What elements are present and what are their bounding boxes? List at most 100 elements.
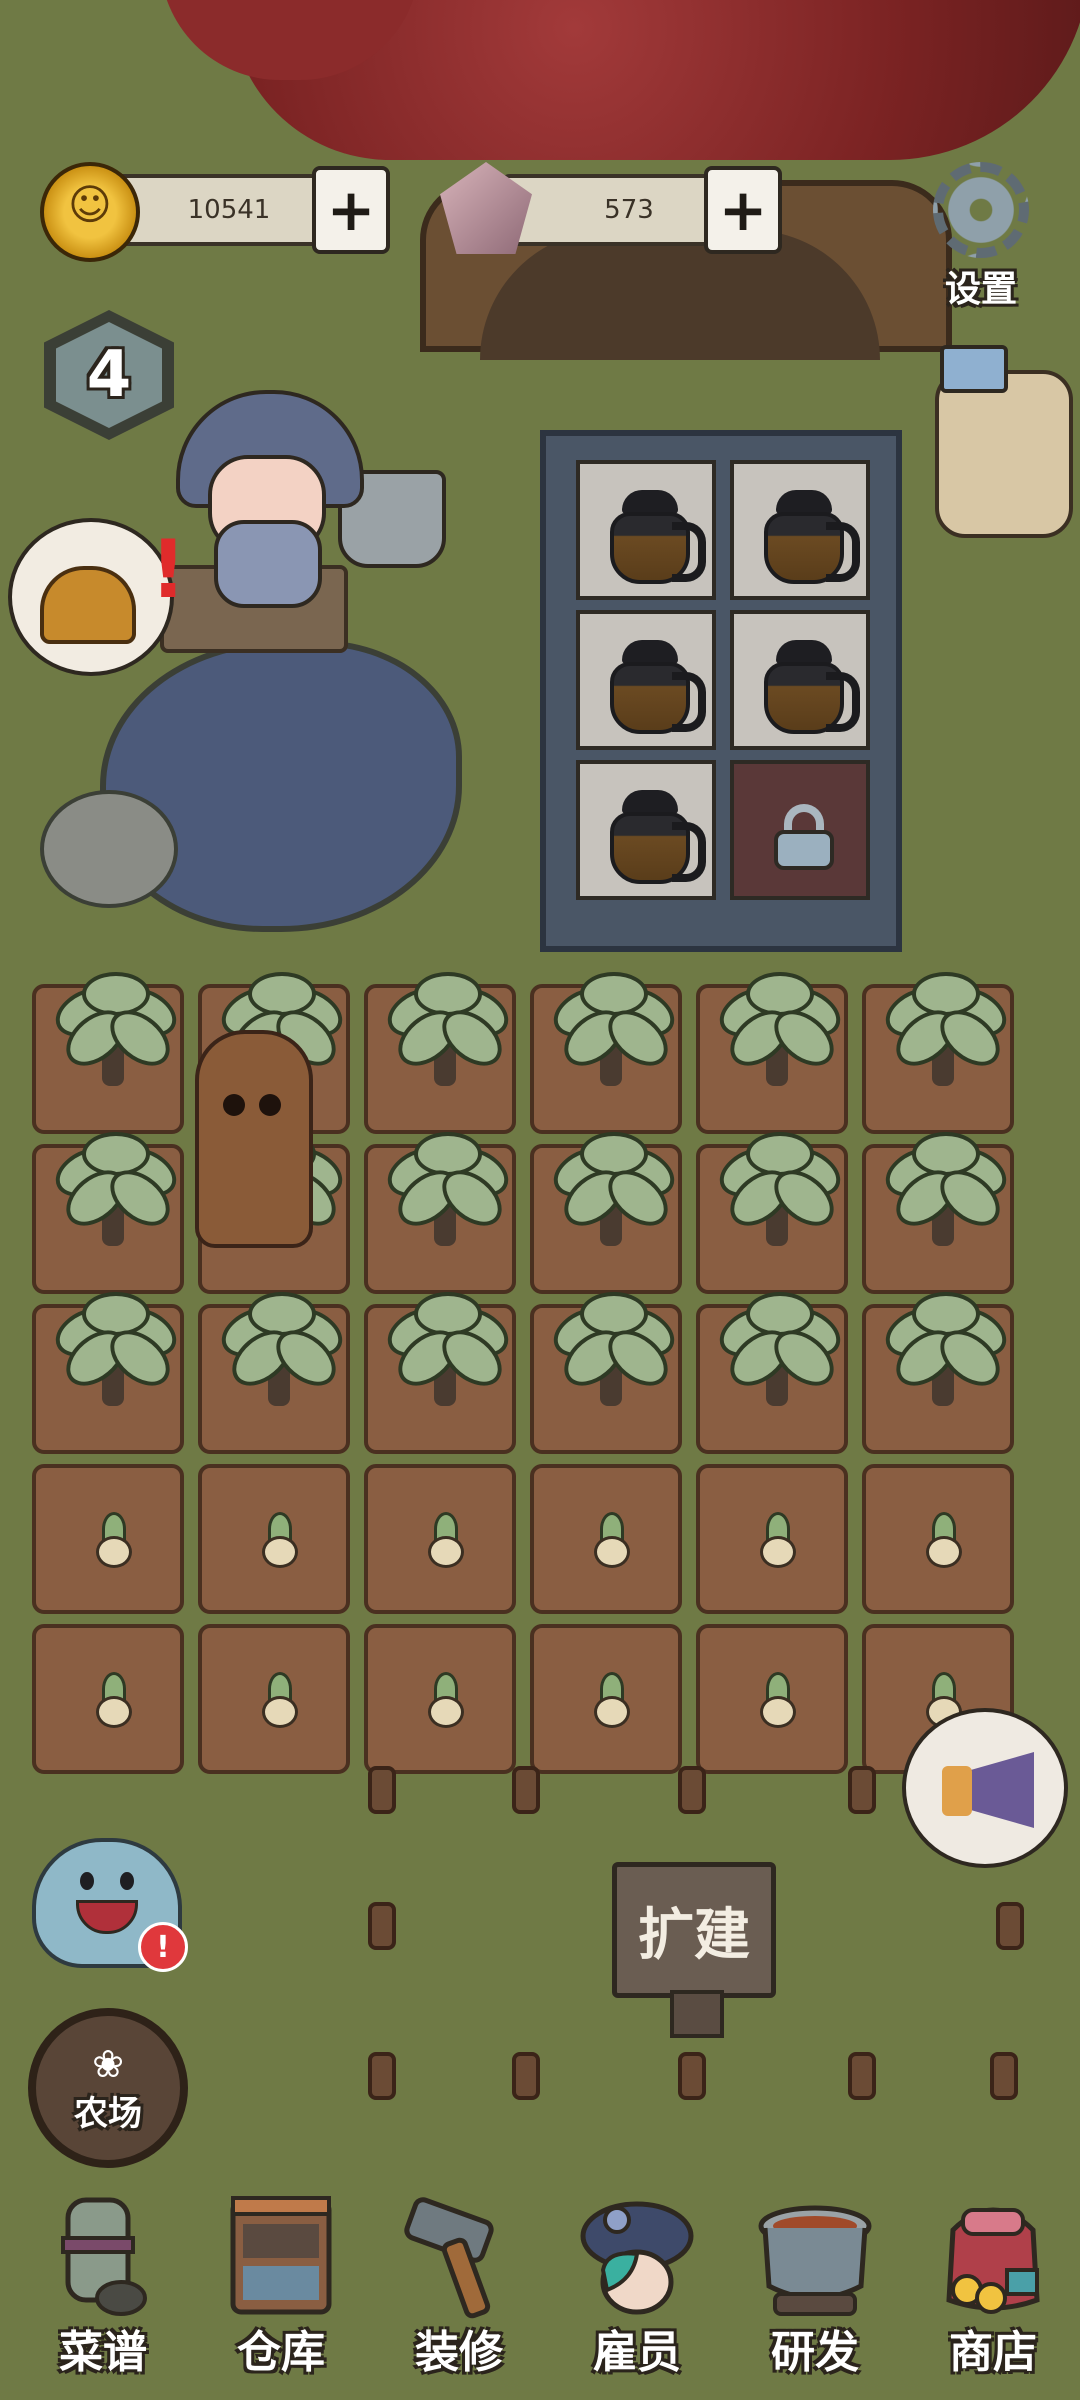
ghost-alert-badge: ! [138, 1922, 188, 1972]
ghost-helper-button[interactable]: ! [32, 1838, 188, 1972]
nav-recipes[interactable]: 菜谱 [18, 2180, 188, 2400]
delivery-flag-icon[interactable] [940, 345, 1008, 393]
farm-plot[interactable] [32, 1624, 184, 1774]
ghost-eye [80, 1872, 94, 1890]
add-gems-button[interactable]: + [704, 166, 782, 254]
sprout-crop-icon [916, 1508, 966, 1568]
farm-plot[interactable] [364, 1292, 517, 1454]
sprout-crop-icon [252, 1668, 302, 1728]
level-badge[interactable]: 4 [44, 310, 174, 440]
farm-plot[interactable] [696, 1132, 849, 1294]
shelf-slot[interactable] [576, 760, 716, 900]
farm-plot[interactable] [696, 1464, 848, 1614]
gear-icon [933, 162, 1029, 258]
expand-sign-button[interactable]: 扩建 [612, 1862, 776, 1998]
fence-post [678, 2052, 706, 2100]
farm-plot[interactable] [696, 1292, 849, 1454]
shelf-slot[interactable] [576, 610, 716, 750]
coffee-pot-icon [604, 640, 706, 736]
fence-post [368, 1902, 396, 1950]
sprout-crop-icon [86, 1668, 136, 1728]
gem-counter: 573 + [440, 162, 790, 254]
palm-crop-icon [379, 1132, 517, 1246]
fence-post [848, 1766, 876, 1814]
coffee-shelf [540, 430, 902, 952]
farm-plot[interactable] [364, 1132, 517, 1294]
fence-post [848, 2052, 876, 2100]
farm-plot[interactable] [862, 1292, 1015, 1454]
nav-shop[interactable]: 商店 [908, 2180, 1078, 2400]
farm-plot[interactable] [364, 972, 517, 1134]
sprout-crop-icon [252, 1508, 302, 1568]
farm-plot[interactable] [32, 972, 185, 1134]
palm-crop-icon [545, 1292, 683, 1406]
sprout-icon: ❀ [92, 2041, 124, 2086]
stump-eye [259, 1094, 281, 1116]
nav-decorate[interactable]: 装修 [374, 2180, 544, 2400]
service-bell-bubble[interactable]: ! [8, 518, 186, 676]
farm-plot[interactable] [364, 1464, 516, 1614]
nav-employees[interactable]: 雇员 [552, 2180, 722, 2400]
palm-crop-icon [47, 972, 185, 1086]
sign-post [670, 1990, 724, 2038]
sprout-crop-icon [418, 1668, 468, 1728]
farm-plot[interactable] [530, 1292, 683, 1454]
cooking-pot-icon [758, 2205, 872, 2316]
level-number: 4 [56, 322, 162, 428]
farm-plot[interactable] [32, 1132, 185, 1294]
farm-plot[interactable] [198, 1624, 350, 1774]
shelf-slot[interactable] [730, 610, 870, 750]
coin-icon [40, 162, 140, 262]
farm-plot[interactable] [198, 1464, 350, 1614]
fence-post [512, 2052, 540, 2100]
farm-plot[interactable] [530, 1132, 683, 1294]
nav-label: 商店 [949, 2327, 1037, 2378]
shelf-slot[interactable] [730, 460, 870, 600]
shelf-slot[interactable] [576, 460, 716, 600]
farm-plot[interactable] [530, 972, 683, 1134]
hammer-icon [404, 2197, 494, 2319]
fence-post [990, 2052, 1018, 2100]
palm-crop-icon [545, 1132, 683, 1246]
farm-plot[interactable] [32, 1292, 185, 1454]
shelf-slot-locked[interactable] [730, 760, 870, 900]
farm-plot[interactable] [862, 1464, 1014, 1614]
farm-plot[interactable] [862, 972, 1015, 1134]
farm-plot[interactable] [696, 1624, 848, 1774]
settings-button[interactable]: 设置 [926, 162, 1036, 310]
nav-research[interactable]: 研发 [730, 2180, 900, 2400]
coffee-pot-icon [758, 640, 860, 736]
megaphone-rim [942, 1766, 972, 1816]
settings-label: 设置 [944, 269, 1017, 310]
farm-button[interactable]: ❀ 农场 [28, 2008, 188, 2168]
shop-bag-icon [946, 2207, 1040, 2314]
farm-plot[interactable] [696, 972, 849, 1134]
sprout-crop-icon [584, 1508, 634, 1568]
farm-plot[interactable] [364, 1624, 516, 1774]
nav-warehouse[interactable]: 仓库 [196, 2180, 366, 2400]
farm-plot[interactable] [530, 1464, 682, 1614]
mushroom-girl-body [214, 520, 322, 608]
warehouse-cabinet-icon [230, 2196, 332, 2315]
sprout-crop-icon [750, 1668, 800, 1728]
farm-plot[interactable] [198, 1292, 351, 1454]
nav-label: 装修 [415, 2327, 503, 2378]
tree-stump-worker[interactable] [195, 1030, 313, 1248]
coffee-pot-icon [604, 790, 706, 886]
stump-eye [223, 1094, 245, 1116]
sprout-crop-icon [418, 1508, 468, 1568]
ghost-mouth [76, 1900, 138, 1934]
farm-plot[interactable] [32, 1464, 184, 1614]
add-coins-button[interactable]: + [312, 166, 390, 254]
farm-plot[interactable] [530, 1624, 682, 1774]
farm-plot[interactable] [862, 1132, 1015, 1294]
fence-post [368, 2052, 396, 2100]
palm-crop-icon [545, 972, 683, 1086]
coin-counter: 10541 + [40, 162, 390, 262]
megaphone-button[interactable] [902, 1708, 1068, 1868]
alert-exclamation-icon: ! [150, 523, 187, 616]
palm-crop-icon [711, 972, 849, 1086]
service-bell-icon [40, 566, 136, 644]
padlock-icon [774, 804, 834, 870]
palm-crop-icon [711, 1292, 849, 1406]
